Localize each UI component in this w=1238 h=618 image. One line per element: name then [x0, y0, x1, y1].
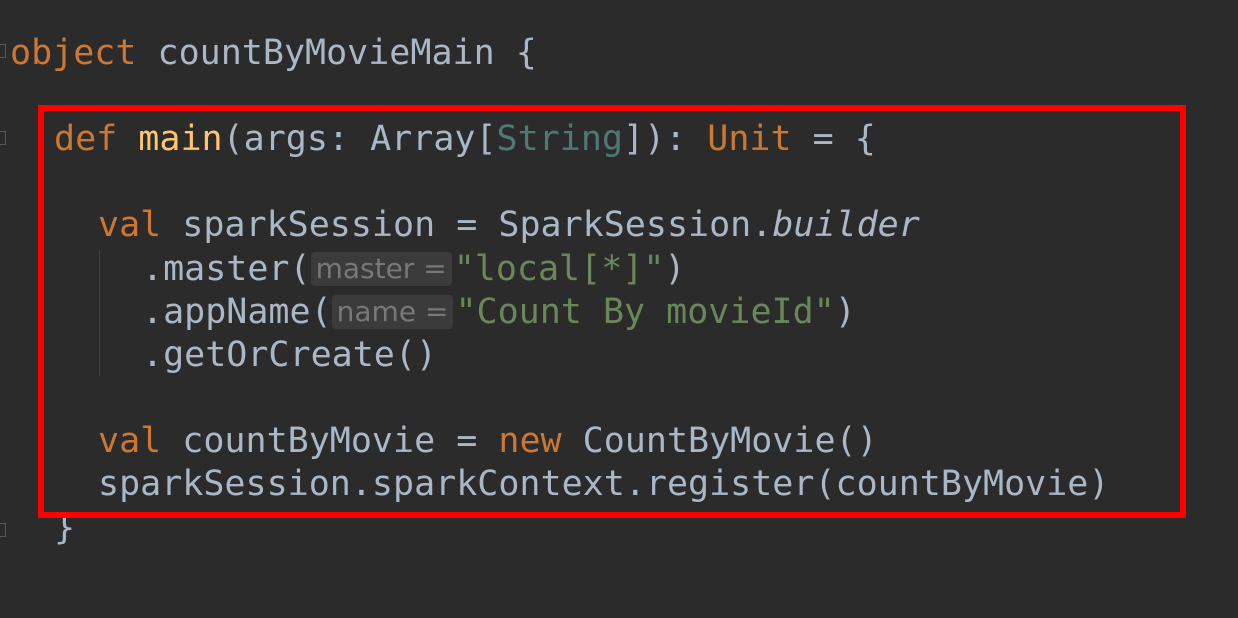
fold-marker-icon[interactable] — [0, 523, 6, 537]
keyword: def — [54, 119, 118, 159]
method-call: .appName( — [142, 292, 332, 332]
fold-marker-icon[interactable] — [0, 131, 6, 145]
method-call: .master( — [142, 249, 311, 289]
keyword: new — [498, 421, 562, 461]
brace: { — [515, 33, 537, 73]
code-line-getorcreate: .getOrCreate() — [142, 333, 437, 377]
parameter-hint: master = — [310, 252, 452, 286]
code-line-val-sparksession: val sparkSession = SparkSession.builder — [98, 203, 920, 247]
code-line-main-def: def main(args: Array[String]): Unit = { — [54, 117, 876, 161]
parameter-hint: name = — [331, 295, 454, 329]
return-type: Unit — [707, 119, 792, 159]
string-literal: "Count By movieId" — [455, 292, 835, 332]
statement-text: countByMovie = — [161, 421, 499, 461]
bracket: ] — [622, 119, 645, 159]
keyword: val — [98, 205, 162, 245]
code-line-appname: .appName(name = "Count By movieId") — [142, 290, 856, 334]
code-line-object-declaration: object countByMovieMain { — [10, 31, 537, 75]
code-editor[interactable]: object countByMovieMain { def main(args:… — [0, 0, 1238, 618]
statement-text: CountByMovie() — [561, 421, 878, 461]
code-line-register: sparkSession.sparkContext.register(count… — [98, 462, 1109, 506]
object-name: countByMovieMain — [136, 33, 516, 73]
bracket: [ — [475, 119, 497, 159]
keyword: object — [10, 33, 137, 73]
brace: } — [54, 508, 76, 548]
params-text: (args: — [222, 119, 371, 159]
fold-marker-icon[interactable] — [0, 44, 6, 58]
params-text: ): — [644, 119, 708, 159]
code-line-closing-brace: } — [54, 506, 75, 550]
assign-brace: = { — [791, 119, 876, 159]
method-call: .getOrCreate() — [142, 335, 438, 375]
code-line-val-countbymovie: val countByMovie = new CountByMovie() — [98, 419, 878, 463]
type-param: String — [496, 119, 623, 159]
paren: ) — [664, 249, 686, 289]
function-name: main — [138, 119, 223, 159]
builder-method: builder — [772, 205, 920, 245]
string-literal: "local[*]" — [453, 249, 665, 289]
type-name: Array — [370, 119, 476, 159]
code-line-master: .master(master = "local[*]") — [142, 247, 685, 291]
indent-guide — [99, 250, 100, 376]
paren: ) — [834, 292, 856, 332]
statement-text: sparkSession = SparkSession. — [161, 205, 773, 245]
statement-text: sparkSession.sparkContext.register(count… — [98, 464, 1110, 504]
keyword: val — [98, 421, 162, 461]
